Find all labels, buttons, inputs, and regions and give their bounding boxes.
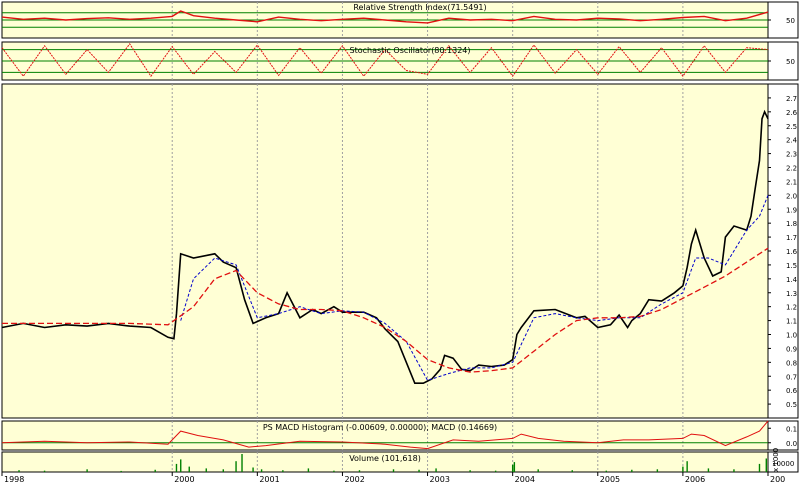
volume-bar — [180, 459, 182, 472]
x-tick-label: 2003 — [430, 475, 450, 484]
y-tick-label: 0.6 — [786, 387, 798, 395]
volume-bar — [418, 469, 420, 472]
y-tick-label: 1.3 — [786, 290, 797, 298]
volume-bar — [175, 463, 178, 472]
volume-bar — [282, 470, 284, 472]
volume-bar — [235, 461, 237, 472]
volume-bar — [154, 469, 156, 472]
y-tick-label: 0.1 — [786, 425, 797, 433]
volume-bar — [765, 458, 767, 472]
y-tick-label: 2.5 — [786, 123, 797, 131]
y-tick-label: 0.7 — [786, 373, 797, 381]
volume-bar — [392, 469, 395, 472]
volume-bar — [656, 469, 659, 472]
x-tick-label: 1998 — [4, 475, 24, 484]
volume-bar — [494, 470, 497, 472]
x-tick-label: 2001 — [259, 475, 279, 484]
y-tick-label: 2.1 — [786, 178, 797, 186]
y-tick-label: 0.9 — [786, 345, 797, 353]
volume-title: Volume (101,618) — [349, 454, 421, 463]
volume-bar — [707, 468, 710, 472]
stock-chart: 1998 2000 2001 2002 2003 2004 2005 2006 200 50 50 0… — [1, 1, 799, 484]
volume-bar — [605, 470, 607, 472]
volume-bar — [631, 469, 633, 472]
volume-bar — [43, 470, 46, 472]
volume-bar — [571, 470, 573, 472]
volume-bar — [18, 470, 20, 472]
y-tick-label: 50 — [786, 17, 795, 25]
x-tick-label: 200 — [770, 475, 785, 484]
price-panel-bg — [1, 83, 769, 419]
volume-bar — [222, 469, 224, 472]
volume-bar — [241, 454, 243, 472]
y-tick-label: 2.2 — [786, 165, 797, 173]
y-tick-label: 2.7 — [786, 95, 797, 103]
x-tick-label: 2004 — [515, 475, 535, 484]
x-tick-label: 2005 — [600, 475, 620, 484]
y-tick-label: 1.8 — [786, 220, 797, 228]
volume-bar — [120, 470, 122, 472]
y-tick-label: 1.7 — [786, 234, 797, 242]
y-tick-label: 1.6 — [786, 248, 798, 256]
y-tick-label: 0.0 — [786, 440, 797, 448]
volume-bar — [511, 464, 514, 472]
volume-bar — [188, 466, 190, 472]
y-tick-label: 0.5 — [786, 401, 797, 409]
y-tick-label: 1.2 — [786, 304, 797, 312]
stochastic-title: Stochastic Oscillator(80.1324) — [349, 46, 470, 55]
y-tick-label: 2.6 — [786, 109, 798, 117]
volume-bar — [252, 467, 254, 472]
volume-bar — [260, 469, 263, 472]
volume-bar — [686, 461, 688, 472]
rsi-title: Relative Strength Index(71.5491) — [353, 3, 486, 12]
x-tick-label: 2002 — [344, 475, 364, 484]
y-tick-label: 2.4 — [786, 137, 798, 145]
macd-title: PS MACD Histogram (-0.00609, 0.00000), M… — [263, 423, 497, 432]
volume-bar — [435, 468, 437, 472]
volume-bar — [733, 469, 735, 472]
y-tick-label: 1.5 — [786, 262, 797, 270]
y-tick-label: 1.0 — [786, 332, 797, 340]
volume-bar — [682, 466, 684, 472]
y-tick-label: 2.0 — [786, 192, 797, 200]
volume-bar — [333, 470, 335, 472]
volume-bar — [358, 470, 361, 472]
volume-unit-label: x 1000 — [772, 448, 780, 472]
volume-bar — [205, 468, 207, 472]
y-tick-label: 1.9 — [786, 206, 797, 214]
y-tick-label: 1.1 — [786, 318, 797, 326]
volume-bar — [537, 469, 539, 472]
volume-bar — [758, 463, 761, 472]
y-tick-label: 50 — [786, 58, 795, 66]
volume-bar — [307, 468, 310, 472]
volume-bar — [86, 469, 88, 472]
y-tick-label: 0.8 — [786, 359, 797, 367]
volume-bar — [469, 470, 471, 472]
x-tick-label: 2000 — [174, 475, 194, 484]
y-tick-label: 2.3 — [786, 151, 797, 159]
y-tick-label: 1.4 — [786, 276, 798, 284]
x-tick-label: 2006 — [685, 475, 705, 484]
volume-bar — [513, 462, 516, 472]
